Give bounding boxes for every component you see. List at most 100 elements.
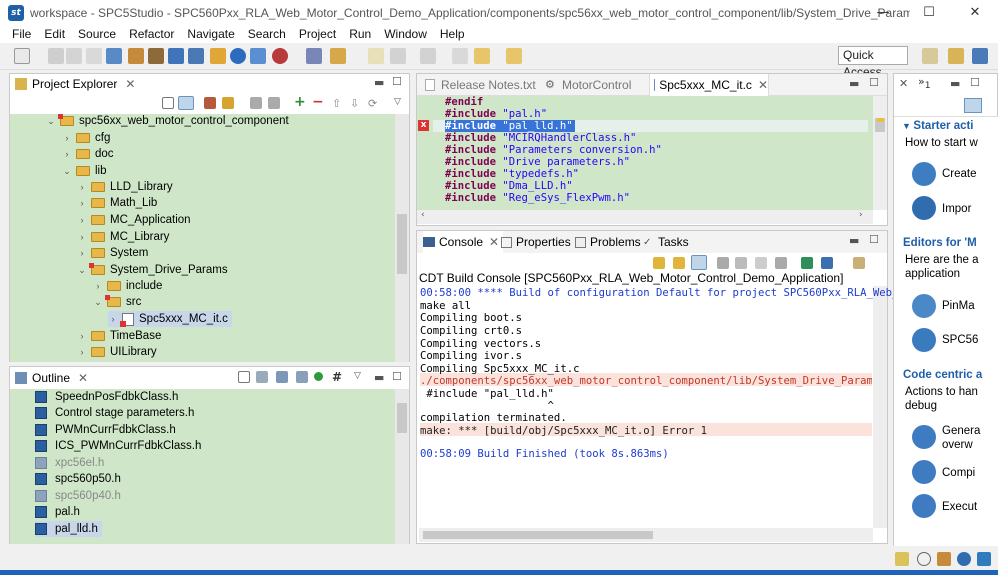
refresh-icon[interactable]: ⟳ (368, 97, 380, 110)
clear-console-icon[interactable] (735, 257, 747, 269)
next-annotation-icon[interactable] (390, 48, 406, 64)
tree-item-cfg[interactable]: › cfg (62, 130, 111, 146)
minimize-view-icon[interactable]: ▬ (950, 77, 960, 90)
status-icon-5[interactable] (977, 552, 991, 566)
maximize-view-icon[interactable]: ☐ (392, 75, 402, 88)
tree-item-lib[interactable]: ⌄ lib (62, 163, 106, 179)
menu-project[interactable]: Project (299, 27, 336, 41)
editor-hscroll[interactable]: › ‹ (417, 210, 873, 224)
remove-icon[interactable]: − (312, 95, 324, 109)
folder-open-icon[interactable] (210, 48, 226, 64)
create-link[interactable]: Create (942, 168, 977, 180)
outline-item-inactive[interactable]: xpc56el.h (35, 455, 104, 471)
tree-item-component[interactable]: ⌄ spc56xx_web_motor_control_component (46, 113, 289, 129)
minimize-view-icon[interactable]: ▬ (849, 77, 859, 90)
menu-window[interactable]: Window (384, 27, 427, 41)
tab-problems[interactable]: Problems (575, 231, 641, 253)
tab-motorcontrol[interactable]: ⚙ MotorControl (545, 74, 631, 96)
open-perspective-icon[interactable] (922, 48, 938, 64)
tab-console[interactable]: Console ✕ (423, 231, 504, 253)
view-dropdown-icon[interactable]: ▽ (394, 97, 406, 109)
expand-arrow-icon[interactable]: › (77, 215, 87, 225)
search-tool-icon[interactable] (330, 48, 346, 64)
print-icon[interactable] (86, 48, 102, 64)
console-error-line[interactable]: make: *** [build/obj/Spc5xxx_MC_it.o] Er… (420, 425, 707, 438)
close-button[interactable]: ✕ (952, 0, 998, 25)
generate-link[interactable]: Genera (942, 425, 980, 437)
tree-item-uilibrary[interactable]: › UILibrary (77, 344, 157, 360)
expand-arrow-icon[interactable]: › (108, 314, 118, 324)
clean-project-icon[interactable] (204, 97, 216, 109)
scroll-right-icon[interactable]: › (859, 210, 863, 220)
tree-item-mc-application[interactable]: › MC_Application (77, 212, 191, 228)
console-error-line[interactable]: ./components/spc56xx_web_motor_control_c… (420, 375, 872, 388)
maximize-view-icon[interactable]: ☐ (869, 233, 879, 246)
debug-icon[interactable] (272, 48, 288, 64)
minimize-view-icon[interactable]: ▬ (374, 76, 384, 89)
menu-refactor[interactable]: Refactor (129, 27, 174, 41)
move-down-icon[interactable]: ⇩ (350, 97, 362, 110)
console-vscroll[interactable] (873, 286, 887, 528)
expand-arrow-icon[interactable]: › (62, 149, 72, 159)
menu-help[interactable]: Help (440, 27, 465, 41)
back-arrow-icon[interactable] (474, 48, 490, 64)
outline-item[interactable]: Control stage parameters.h (35, 405, 194, 421)
last-edit-icon[interactable] (452, 48, 468, 64)
forward-arrow-icon[interactable] (506, 48, 522, 64)
outline-title[interactable]: Outline (32, 371, 70, 385)
tree-item-system[interactable]: › System (77, 245, 149, 261)
display-console-icon[interactable] (821, 257, 833, 269)
expand-arrow-icon[interactable]: › (77, 248, 87, 258)
collapse-all-icon[interactable] (162, 97, 174, 109)
view-menu-icon[interactable] (268, 97, 280, 109)
status-icon-1[interactable] (895, 552, 909, 566)
tab-tasks[interactable]: ✓ Tasks (643, 231, 689, 253)
expand-arrow-icon[interactable]: › (77, 182, 87, 192)
status-icon-2[interactable] (917, 552, 931, 566)
minimize-view-icon[interactable]: ▬ (849, 234, 859, 247)
outline-item[interactable]: spc560p50.h (35, 471, 121, 487)
compile-link[interactable]: Compi (942, 467, 975, 479)
move-up-icon[interactable]: ⇧ (332, 97, 344, 110)
status-icon-4[interactable] (957, 552, 971, 566)
close-tab-icon[interactable]: ✕ (758, 78, 768, 92)
error-marker-icon[interactable]: x (418, 120, 429, 131)
config-icon[interactable] (188, 48, 204, 64)
tree-item-math-lib[interactable]: › Math_Lib (77, 195, 158, 211)
tree-item-mc-library[interactable]: › MC_Library (77, 229, 170, 245)
save-icon[interactable] (48, 48, 64, 64)
section-editors[interactable]: Editors for 'M (903, 237, 977, 249)
expand-arrow-icon[interactable]: ⌄ (93, 297, 103, 308)
hide-non-public-icon[interactable] (314, 372, 323, 381)
editor-vscroll[interactable] (873, 96, 887, 210)
pinmap-link[interactable]: PinMa (942, 300, 975, 312)
tree-item-lld-library[interactable]: › LLD_Library (77, 179, 173, 195)
menu-search[interactable]: Search (248, 27, 286, 41)
section-code[interactable]: Code centric a (903, 369, 982, 381)
outline-item[interactable]: PWMnCurrFdbkClass.h (35, 422, 176, 438)
more-views-icon[interactable]: »1 (918, 75, 931, 91)
section-starter[interactable]: ▼ Starter acti (902, 120, 974, 132)
close-tab-icon[interactable]: ✕ (489, 235, 499, 249)
prev-error-icon[interactable] (673, 257, 685, 269)
scroll-thumb[interactable] (397, 403, 407, 433)
menu-run[interactable]: Run (349, 27, 371, 41)
execute-link[interactable]: Execut (942, 501, 977, 513)
project-explorer-title[interactable]: Project Explorer (32, 77, 117, 91)
console-hscroll[interactable] (419, 528, 873, 542)
build-project-icon[interactable] (222, 97, 234, 109)
outline-item[interactable]: pal.h (35, 504, 80, 520)
overview-warning-marker[interactable] (877, 118, 884, 122)
menu-edit[interactable]: Edit (44, 27, 65, 41)
sort-icon[interactable] (256, 371, 268, 383)
expand-arrow-icon[interactable]: › (77, 331, 87, 341)
clean-icon[interactable] (128, 48, 144, 64)
outline-item-selected[interactable]: pal_lld.h (35, 521, 102, 537)
maximize-view-icon[interactable]: ☐ (970, 76, 980, 89)
flash-icon[interactable] (250, 48, 266, 64)
add-icon[interactable]: + (294, 95, 306, 109)
quick-access-input[interactable]: Quick Access (838, 46, 908, 79)
expand-arrow-icon[interactable]: › (93, 281, 103, 291)
scroll-left-icon[interactable]: ‹ (421, 210, 425, 220)
expand-arrow-icon[interactable]: ⌄ (46, 116, 56, 127)
